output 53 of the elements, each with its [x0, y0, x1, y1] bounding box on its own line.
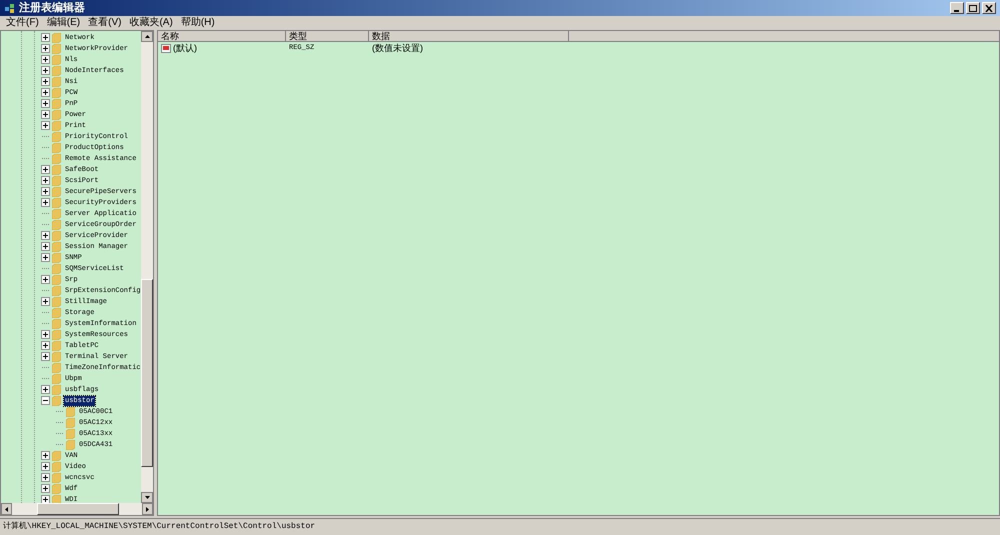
expand-toggle[interactable] — [41, 44, 50, 53]
horizontal-scrollbar[interactable] — [1, 503, 153, 515]
expand-toggle[interactable] — [41, 341, 50, 350]
collapse-toggle[interactable] — [41, 396, 50, 405]
expand-toggle[interactable] — [41, 165, 50, 174]
column-header[interactable]: 数据 — [369, 31, 569, 42]
expand-toggle[interactable] — [41, 198, 50, 207]
close-button[interactable] — [982, 2, 996, 14]
expand-toggle[interactable] — [41, 55, 50, 64]
expand-toggle[interactable] — [41, 330, 50, 339]
close-icon — [985, 4, 993, 12]
expand-toggle[interactable] — [41, 253, 50, 262]
expand-toggle[interactable] — [41, 187, 50, 196]
expand-toggle[interactable] — [41, 231, 50, 240]
window-title: 注册表编辑器 — [19, 0, 85, 16]
registry-app-icon — [4, 2, 15, 14]
expand-toggle[interactable] — [41, 77, 50, 86]
maximize-button[interactable] — [966, 2, 980, 14]
menu-item[interactable]: 帮助(H) — [180, 16, 215, 28]
column-header[interactable]: 类型 — [286, 31, 369, 42]
expand-toggle[interactable] — [41, 462, 50, 471]
expand-toggle[interactable] — [41, 242, 50, 251]
status-path: 计算机\HKEY_LOCAL_MACHINE\SYSTEM\CurrentControlSet\Control\usbstor — [3, 521, 316, 533]
up-arrow-icon — [144, 35, 150, 38]
expand-toggle[interactable] — [41, 121, 50, 130]
menu-item[interactable]: 查看(V) — [88, 16, 122, 28]
expand-toggle[interactable] — [41, 297, 50, 306]
expand-toggle[interactable] — [41, 110, 50, 119]
expand-toggle[interactable] — [41, 88, 50, 97]
expand-toggle[interactable] — [41, 66, 50, 75]
expand-toggle[interactable] — [41, 473, 50, 482]
maximize-icon — [969, 4, 977, 12]
right-arrow-icon — [146, 506, 149, 512]
left-arrow-icon — [5, 506, 8, 512]
expand-toggle[interactable] — [41, 352, 50, 361]
menu-item[interactable]: 收藏夹(A) — [129, 16, 173, 28]
menu-item[interactable]: 文件(F) — [6, 16, 39, 28]
vertical-scrollbar[interactable] — [141, 31, 153, 503]
menu-item[interactable]: 编辑(E) — [46, 16, 80, 28]
expand-toggle[interactable] — [41, 451, 50, 460]
expand-toggle[interactable] — [41, 385, 50, 394]
expand-toggle[interactable] — [41, 176, 50, 185]
down-arrow-icon — [144, 496, 150, 499]
string-value-icon — [161, 44, 171, 52]
value-name[interactable]: (默认) — [173, 43, 197, 53]
minimize-button[interactable] — [950, 2, 964, 14]
expand-toggle[interactable] — [41, 275, 50, 284]
expand-toggle[interactable] — [41, 484, 50, 493]
value-data: (数值未设置) — [371, 43, 424, 53]
expand-toggle[interactable] — [41, 33, 50, 42]
expand-toggle[interactable] — [41, 99, 50, 108]
expand-toggle[interactable] — [41, 495, 50, 503]
column-header[interactable]: 名称 — [158, 31, 286, 42]
